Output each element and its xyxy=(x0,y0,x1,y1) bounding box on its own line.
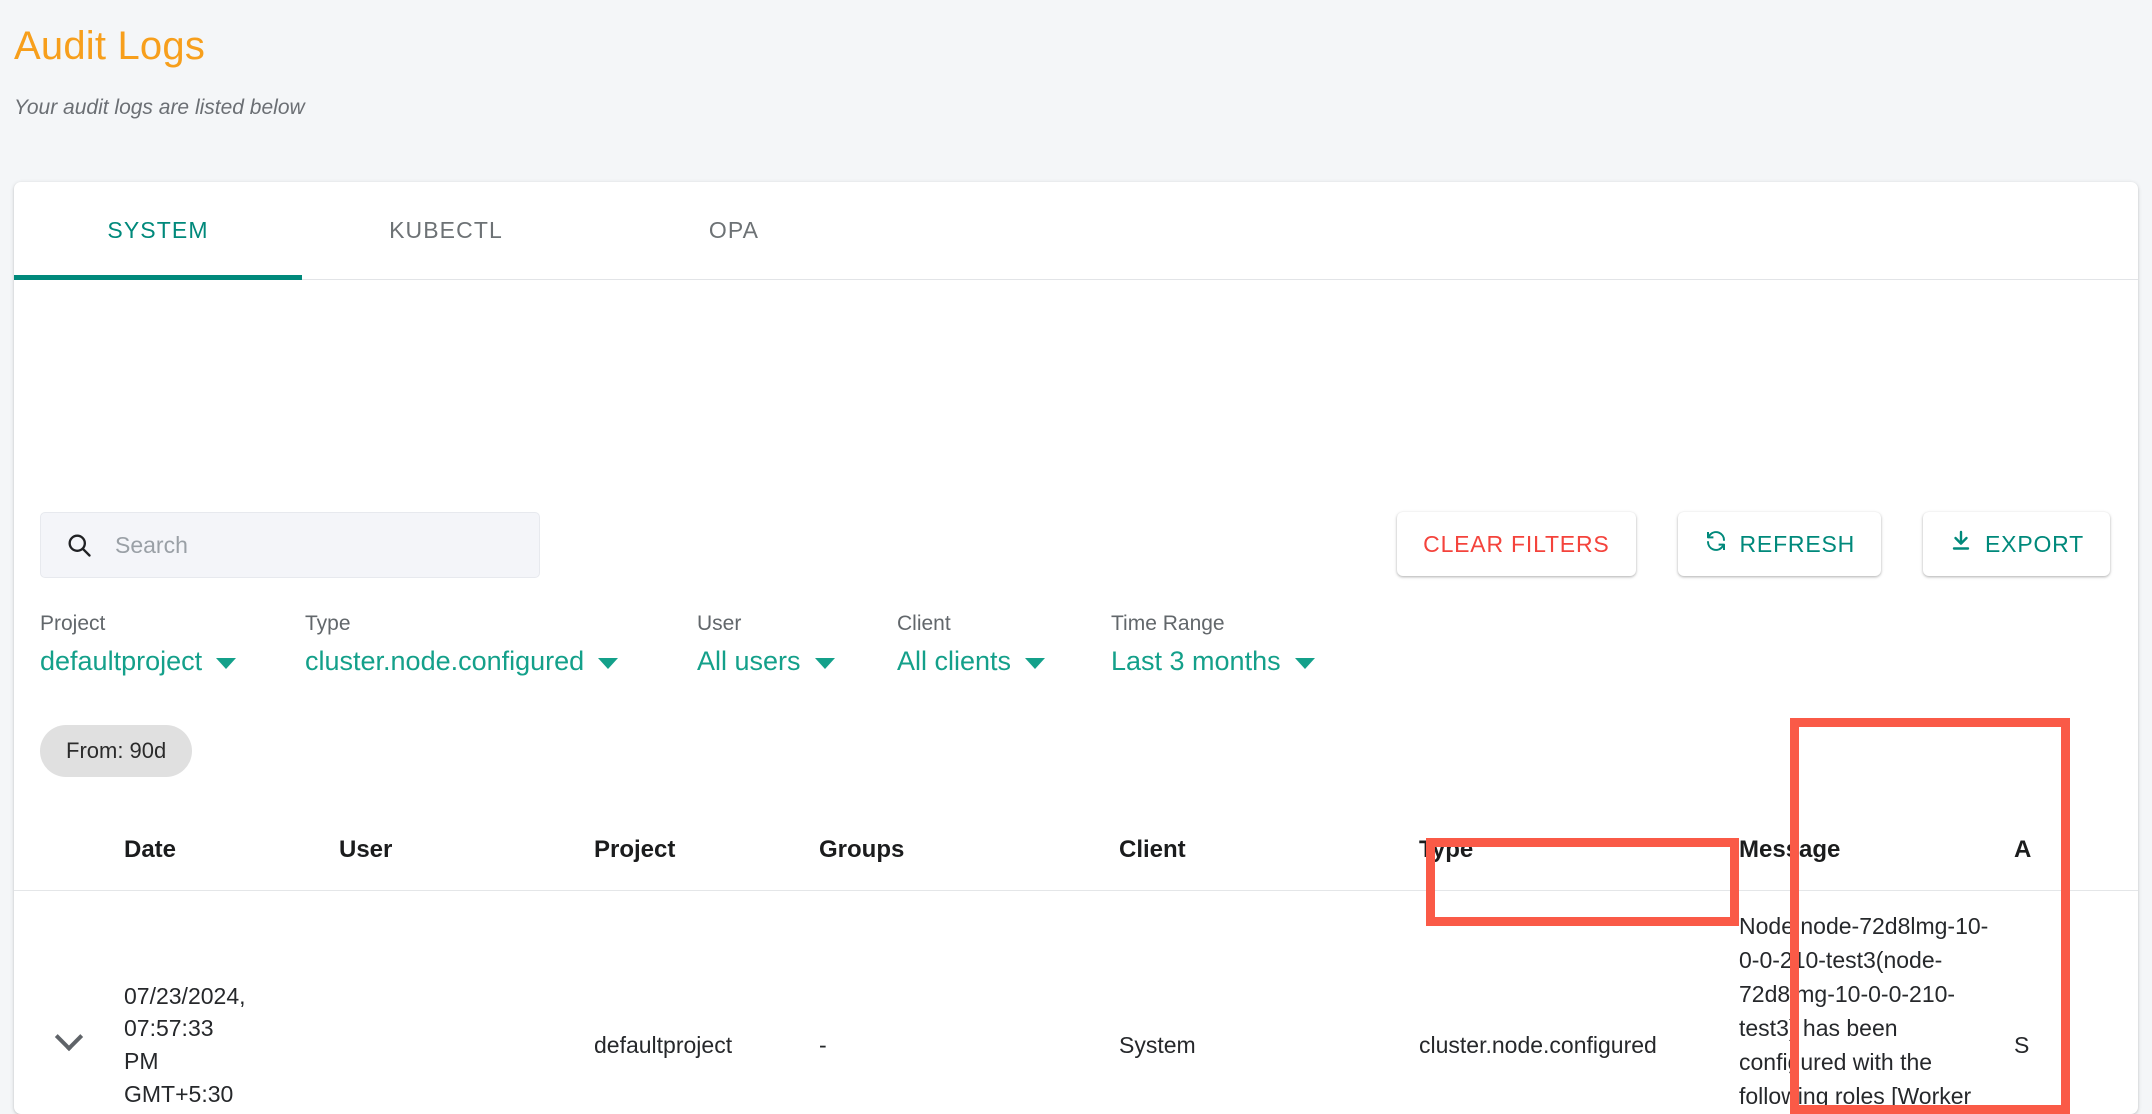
table-row[interactable]: 07/23/2024, 07:57:33 PM GMT+5:30 default… xyxy=(14,890,2138,1114)
chevron-down-icon xyxy=(54,1022,84,1051)
cell-type: cluster.node.configured xyxy=(1419,890,1739,1114)
chevron-down-icon xyxy=(1025,658,1046,669)
clear-filters-button[interactable]: CLEAR FILTERS xyxy=(1397,512,1636,576)
column-header-actor[interactable]: A xyxy=(2014,810,2138,891)
page-header: Audit Logs Your audit logs are listed be… xyxy=(0,0,2152,120)
cell-client: System xyxy=(1119,890,1419,1114)
filter-project-label: Project xyxy=(40,612,106,635)
filter-type-value-text: cluster.node.configured xyxy=(305,646,585,676)
audit-logs-page: Audit Logs Your audit logs are listed be… xyxy=(0,0,2152,1114)
filter-type-label: Type xyxy=(305,612,351,635)
filter-chip-from[interactable]: From: 90d xyxy=(40,725,193,777)
search-icon xyxy=(65,531,93,559)
export-button[interactable]: EXPORT xyxy=(1923,512,2110,576)
table-body: 07/23/2024, 07:57:33 PM GMT+5:30 default… xyxy=(14,890,2138,1114)
column-header-expand xyxy=(14,810,124,891)
filter-bar: Project defaultproject Type cluster.node… xyxy=(40,612,1371,677)
column-header-message[interactable]: Message xyxy=(1739,810,2014,891)
filter-time-range-label: Time Range xyxy=(1111,612,1225,635)
cell-message: Node node-72d8lmg-10-0-0-210-test3(node-… xyxy=(1739,890,2014,1114)
filter-client[interactable]: Client All clients xyxy=(897,612,1111,677)
column-header-project[interactable]: Project xyxy=(594,810,819,891)
chevron-down-icon xyxy=(814,658,835,669)
cell-user xyxy=(339,890,594,1114)
table-header: Date User Project Groups Client Type Mes… xyxy=(14,810,2138,891)
table-header-row: Date User Project Groups Client Type Mes… xyxy=(14,810,2138,891)
search-box[interactable] xyxy=(40,512,540,578)
clear-filters-label: CLEAR FILTERS xyxy=(1423,530,1610,557)
column-header-date[interactable]: Date xyxy=(124,810,339,891)
column-header-groups[interactable]: Groups xyxy=(819,810,1119,891)
tab-kubectl-label: KUBECTL xyxy=(389,217,503,243)
export-label: EXPORT xyxy=(1985,530,2084,557)
filter-user-value-text: All users xyxy=(697,646,801,676)
cell-actor: S xyxy=(2014,890,2138,1114)
filter-time-range-value-text: Last 3 months xyxy=(1111,646,1281,676)
filter-client-value-text: All clients xyxy=(897,646,1012,676)
toolbar-actions: CLEAR FILTERS REFRESH EXPORT xyxy=(1397,512,2110,576)
refresh-label: REFRESH xyxy=(1739,530,1856,557)
tab-opa-label: OPA xyxy=(708,217,760,243)
filter-time-range[interactable]: Time Range Last 3 months xyxy=(1111,612,1371,677)
column-header-user[interactable]: User xyxy=(339,810,594,891)
column-header-type[interactable]: Type xyxy=(1419,810,1739,891)
audit-log-table-container: Date User Project Groups Client Type Mes… xyxy=(14,810,2138,1114)
row-expand-toggle[interactable] xyxy=(14,890,124,1114)
filter-user-label: User xyxy=(697,612,742,635)
filter-client-value[interactable]: All clients xyxy=(897,646,1111,677)
filter-type[interactable]: Type cluster.node.configured xyxy=(305,612,697,677)
filter-time-range-value[interactable]: Last 3 months xyxy=(1111,646,1371,677)
filter-project-value-text: defaultproject xyxy=(40,646,203,676)
chevron-down-icon xyxy=(598,658,619,669)
cell-groups: - xyxy=(819,890,1119,1114)
refresh-button[interactable]: REFRESH xyxy=(1677,512,1882,576)
filter-project[interactable]: Project defaultproject xyxy=(40,612,305,677)
refresh-icon xyxy=(1704,529,1728,559)
page-title: Audit Logs xyxy=(14,24,206,68)
tab-kubectl[interactable]: KUBECTL xyxy=(302,182,590,280)
tab-system[interactable]: SYSTEM xyxy=(14,182,302,280)
tab-bar: SYSTEM KUBECTL OPA xyxy=(14,182,2138,280)
column-header-client[interactable]: Client xyxy=(1119,810,1419,891)
filter-user[interactable]: User All users xyxy=(697,612,897,677)
filter-type-value[interactable]: cluster.node.configured xyxy=(305,646,697,677)
audit-log-table: Date User Project Groups Client Type Mes… xyxy=(14,810,2138,1114)
filter-project-value[interactable]: defaultproject xyxy=(40,646,305,677)
tab-opa[interactable]: OPA xyxy=(590,182,878,280)
page-subtitle: Your audit logs are listed below xyxy=(14,96,305,119)
download-icon xyxy=(1949,529,1973,559)
cell-date: 07/23/2024, 07:57:33 PM GMT+5:30 xyxy=(124,890,339,1114)
filter-client-label: Client xyxy=(897,612,951,635)
cell-project: defaultproject xyxy=(594,890,819,1114)
filter-user-value[interactable]: All users xyxy=(697,646,897,677)
chevron-down-icon xyxy=(216,658,237,669)
active-filter-chips: From: 90d xyxy=(40,725,193,777)
audit-logs-card: SYSTEM KUBECTL OPA CLEAR FILTERS xyxy=(14,182,2138,1114)
search-input[interactable] xyxy=(115,531,495,559)
tab-system-label: SYSTEM xyxy=(107,217,209,243)
chevron-down-icon xyxy=(1294,658,1315,669)
